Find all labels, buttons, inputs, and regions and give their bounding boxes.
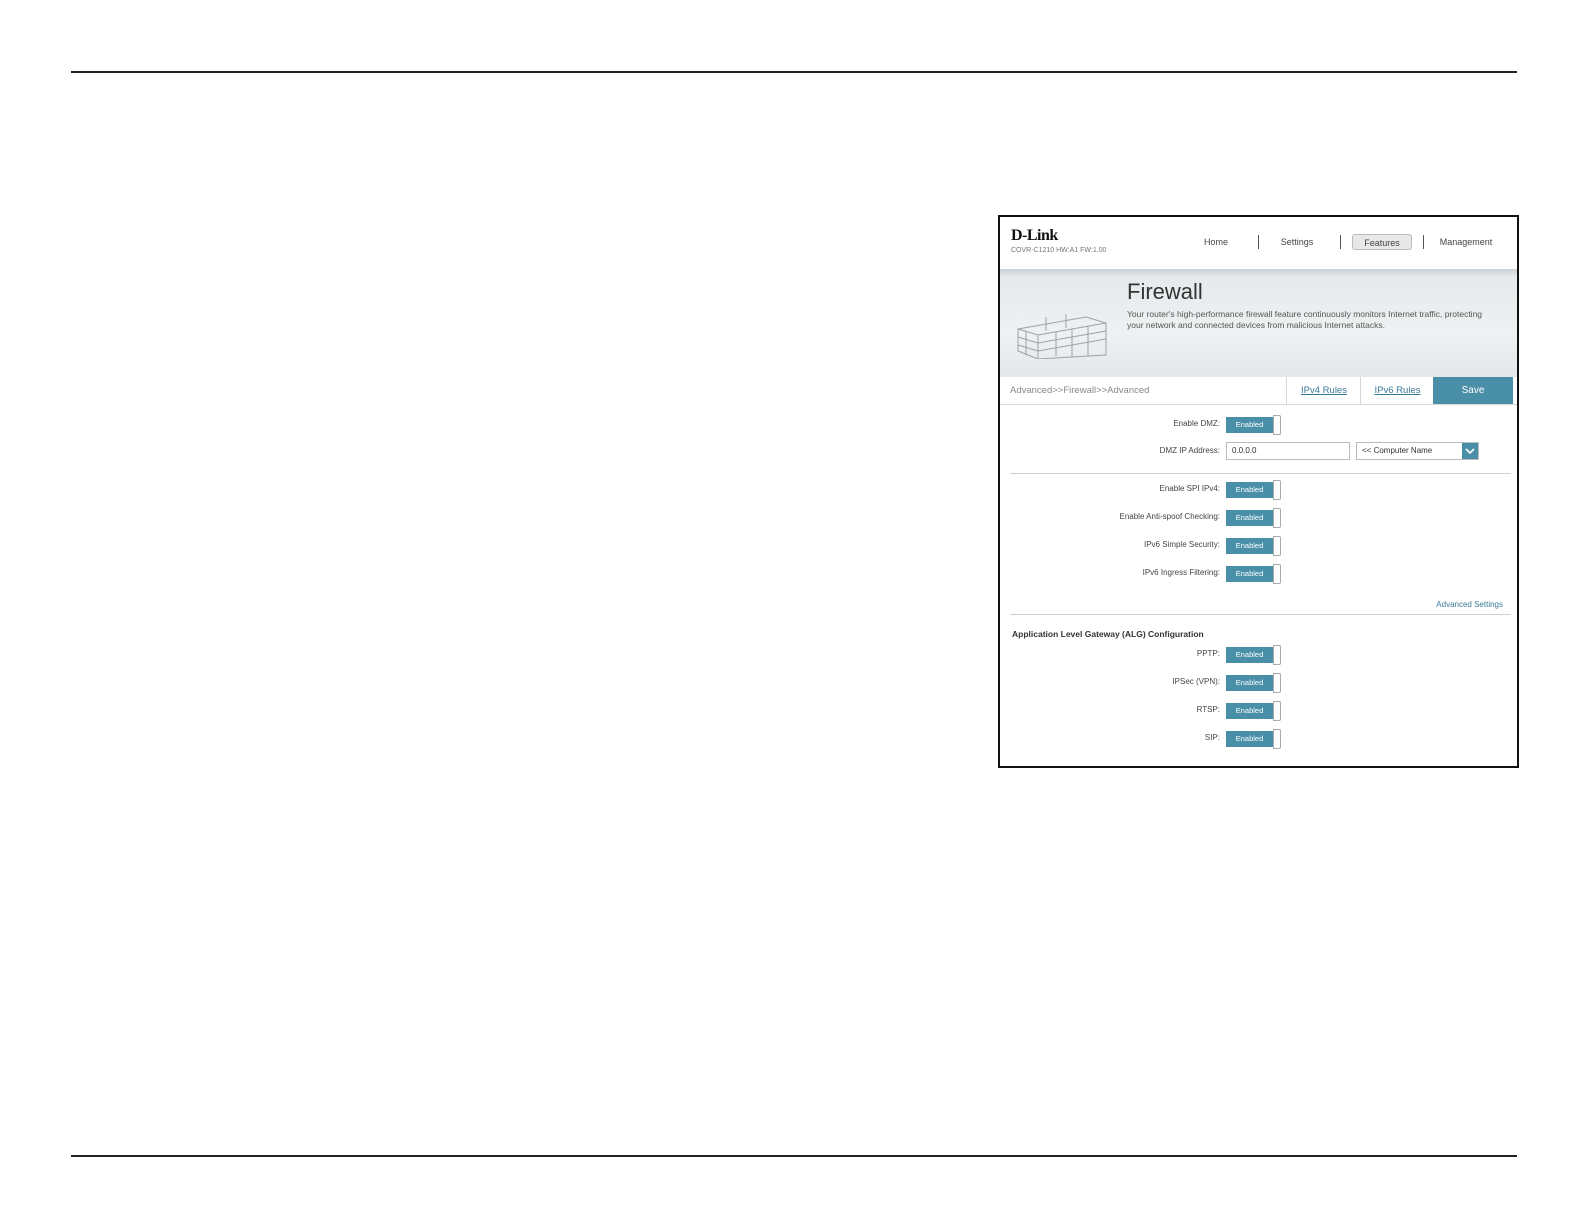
page-bottom-rule: [71, 1155, 1517, 1157]
toggle-knob: [1273, 480, 1281, 500]
section-divider: [1010, 614, 1511, 615]
router-screenshot: D-Link COVR-C1210 HW:A1 FW:1.00 Home Set…: [998, 215, 1519, 768]
toggle-state: Enabled: [1226, 482, 1273, 498]
nav-settings[interactable]: Settings: [1277, 234, 1317, 250]
alg-section-title: Application Level Gateway (ALG) Configur…: [1012, 629, 1204, 639]
ipsec-label: IPSec (VPN):: [1172, 677, 1220, 686]
toggle-state: Enabled: [1226, 417, 1273, 433]
nav-home[interactable]: Home: [1200, 234, 1232, 250]
rtsp-label: RTSP:: [1196, 705, 1220, 714]
advanced-settings-link[interactable]: Advanced Settings: [1436, 600, 1503, 609]
save-button[interactable]: Save: [1433, 377, 1513, 404]
brick-wall-icon: [1017, 314, 1107, 359]
pptp-label: PPTP:: [1196, 649, 1220, 658]
router-header: D-Link COVR-C1210 HW:A1 FW:1.00 Home Set…: [1000, 217, 1517, 269]
ipv6-simple-security-label: IPv6 Simple Security:: [1143, 540, 1220, 549]
toggle-state: Enabled: [1226, 566, 1273, 582]
breadcrumb: Advanced>>Firewall>>Advanced: [1010, 385, 1150, 396]
toggle-knob: [1273, 673, 1281, 693]
toggle-knob: [1273, 701, 1281, 721]
ipv6-ingress-row: IPv6 Ingress Filtering: Enabled: [1000, 564, 1517, 584]
firewall-banner: Firewall Your router's high-performance …: [1000, 269, 1517, 377]
anti-spoof-label: Enable Anti-spoof Checking:: [1119, 512, 1220, 521]
nav-separator: [1340, 235, 1341, 249]
spi-ipv4-label: Enable SPI IPv4:: [1159, 484, 1220, 493]
nav-features[interactable]: Features: [1352, 234, 1412, 250]
toggle-knob: [1273, 415, 1281, 435]
ipv4-rules-tab[interactable]: IPv4 Rules: [1286, 377, 1361, 404]
toggle-knob: [1273, 508, 1281, 528]
page-top-rule: [71, 71, 1517, 73]
anti-spoof-row: Enable Anti-spoof Checking: Enabled: [1000, 508, 1517, 528]
computer-name-select[interactable]: << Computer Name: [1356, 442, 1479, 460]
ipv6-rules-tab[interactable]: IPv6 Rules: [1360, 377, 1434, 404]
section-divider: [1010, 473, 1511, 474]
ipv6-ingress-label: IPv6 Ingress Filtering:: [1142, 568, 1220, 577]
toggle-state: Enabled: [1226, 647, 1273, 663]
nav-separator: [1258, 235, 1259, 249]
toggle-knob: [1273, 564, 1281, 584]
page-description: Your router's high-performance firewall …: [1127, 309, 1483, 330]
ipv6-simple-security-row: IPv6 Simple Security: Enabled: [1000, 536, 1517, 556]
toggle-state: Enabled: [1226, 703, 1273, 719]
pptp-row: PPTP: Enabled: [1000, 645, 1517, 665]
enable-dmz-label: Enable DMZ:: [1173, 419, 1220, 428]
toggle-state: Enabled: [1226, 675, 1273, 691]
toggle-state: Enabled: [1226, 510, 1273, 526]
nav-management[interactable]: Management: [1436, 234, 1496, 250]
sip-label: SIP:: [1204, 733, 1220, 742]
spi-ipv4-row: Enable SPI IPv4: Enabled: [1000, 480, 1517, 500]
chevron-down-icon[interactable]: [1462, 443, 1478, 459]
toggle-knob: [1273, 729, 1281, 749]
model-info: COVR-C1210 HW:A1 FW:1.00: [1011, 247, 1107, 254]
dmz-ip-input[interactable]: 0.0.0.0: [1226, 442, 1350, 460]
dlink-logo: D-Link: [1011, 227, 1058, 244]
enable-dmz-row: Enable DMZ: Enabled: [1000, 415, 1517, 435]
tabs-row: Advanced>>Firewall>>Advanced IPv4 Rules …: [1000, 377, 1517, 405]
toggle-knob: [1273, 536, 1281, 556]
dmz-ip-label: DMZ IP Address:: [1159, 446, 1220, 455]
sip-row: SIP: Enabled: [1000, 729, 1517, 749]
computer-name-select-value: << Computer Name: [1362, 446, 1433, 455]
page-title: Firewall: [1127, 279, 1203, 304]
toggle-knob: [1273, 645, 1281, 665]
dmz-ip-row: DMZ IP Address: 0.0.0.0 << Computer Name: [1000, 442, 1517, 462]
ipsec-row: IPSec (VPN): Enabled: [1000, 673, 1517, 693]
nav-separator: [1423, 235, 1424, 249]
toggle-state: Enabled: [1226, 538, 1273, 554]
toggle-state: Enabled: [1226, 731, 1273, 747]
rtsp-row: RTSP: Enabled: [1000, 701, 1517, 721]
